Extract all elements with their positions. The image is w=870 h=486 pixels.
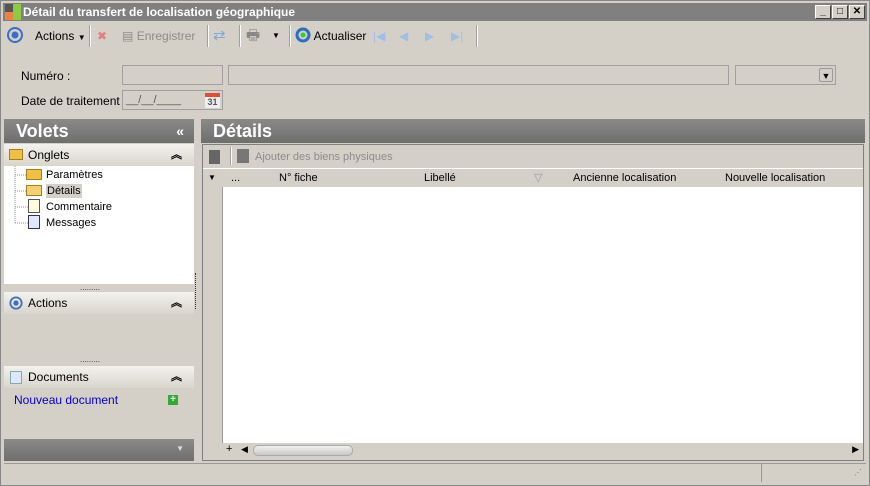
status-divider — [761, 464, 762, 482]
collapse-pane-icon[interactable]: « — [176, 119, 184, 143]
collapse-chevron-icon[interactable]: ︽ — [171, 144, 182, 166]
actions-label: Actions — [35, 29, 75, 43]
add-row-icon[interactable]: + — [226, 443, 232, 455]
tree-item-messages[interactable]: Messages — [46, 216, 96, 230]
last-record-icon[interactable]: ▶| — [451, 27, 463, 45]
actions-title: Actions — [28, 296, 68, 310]
toolbar-separator — [476, 25, 478, 47]
scroll-right-icon[interactable]: ▶ — [852, 444, 859, 455]
horizontal-scrollbar[interactable]: + ◀ ▶ — [223, 443, 863, 459]
refresh-button[interactable]: Actualiser — [295, 27, 366, 45]
column-header-nouvelle-localisation[interactable]: Nouvelle localisation — [725, 169, 825, 187]
minimize-button[interactable]: _ — [815, 5, 831, 19]
tree-item-details[interactable]: Détails — [46, 184, 82, 198]
actions-menu-button[interactable]: Actions ▼ — [35, 27, 86, 45]
maximize-button[interactable]: □ — [832, 5, 848, 19]
left-pane-footer: ▼ — [4, 439, 194, 461]
actions-circle-icon — [7, 27, 23, 43]
documents-title: Documents — [28, 370, 89, 384]
scroll-left-icon[interactable]: ◀ — [241, 444, 248, 455]
document-icon — [28, 215, 40, 229]
edit-icon[interactable] — [209, 150, 220, 164]
folder-icon — [26, 169, 42, 180]
new-document-link[interactable]: Nouveau document — [14, 393, 118, 407]
actions-group-header[interactable]: Actions ︽ — [4, 292, 194, 314]
documents-group-header[interactable]: Documents ︽ — [4, 366, 194, 388]
chevron-down-icon: ▼ — [819, 68, 833, 82]
details-grid-container: Ajouter des biens physiques ▼ ... N° fic… — [202, 144, 864, 461]
date-field[interactable]: __/__/____ 31 — [122, 90, 223, 110]
column-header-ancienne-localisation[interactable]: Ancienne localisation — [573, 169, 676, 187]
add-physical-goods-label: Ajouter des biens physiques — [255, 151, 393, 163]
splitter-grip[interactable]: ......... — [80, 283, 100, 292]
previous-record-icon[interactable]: ◀ — [399, 27, 408, 45]
left-pane-title: Volets — [16, 121, 69, 141]
add-physical-goods-button[interactable]: Ajouter des biens physiques — [237, 149, 393, 165]
column-header-numero-fiche[interactable]: N° fiche — [279, 169, 318, 187]
close-button[interactable]: ✕ — [849, 5, 865, 19]
sync-icon[interactable]: ⇄ — [213, 27, 226, 45]
first-record-icon[interactable]: |◀ — [373, 27, 385, 45]
collapse-chevron-icon[interactable]: ︽ — [171, 366, 182, 388]
collapse-chevron-icon[interactable]: ︽ — [171, 292, 182, 314]
print-icon[interactable]: 🖶 — [246, 27, 260, 45]
dropdown-arrow-icon[interactable]: ▼ — [176, 444, 184, 453]
tree-item-parametres[interactable]: Paramètres — [46, 168, 103, 182]
scrollbar-thumb[interactable] — [253, 445, 353, 456]
toolbar-separator — [230, 147, 232, 165]
toolbar-separator — [289, 25, 291, 47]
splitter-grip[interactable]: ......... — [80, 355, 100, 364]
next-record-icon[interactable]: ▶ — [425, 27, 434, 45]
left-pane-header: Volets « — [4, 119, 194, 143]
tree-item-commentaire[interactable]: Commentaire — [46, 200, 112, 214]
onglets-tree: Paramètres Détails Commentaire Messages — [4, 166, 194, 284]
numero-description-field[interactable] — [228, 65, 729, 85]
onglets-title: Onglets — [28, 148, 70, 162]
numero-label: Numéro : — [21, 69, 71, 83]
toolbar-separator — [239, 25, 241, 47]
numero-select[interactable]: ▼ — [735, 65, 836, 85]
filter-icon[interactable]: ▽ — [534, 169, 542, 187]
save-icon: ▤ — [122, 29, 134, 43]
actions-circle-icon — [9, 296, 23, 310]
grid-header: ▼ ... N° fiche Libellé ▽ Ancienne locali… — [203, 169, 863, 187]
status-bar: ⋰ — [4, 463, 866, 482]
add-icon[interactable]: + — [168, 395, 178, 405]
title-bar: Détail du transfert de localisation géog… — [3, 3, 867, 21]
onglets-group-header[interactable]: Onglets ︽ — [4, 144, 194, 166]
grid-toolbar: Ajouter des biens physiques — [203, 145, 863, 169]
right-pane-header: Détails — [201, 119, 865, 143]
date-label: Date de traitement : — [21, 94, 127, 108]
app-logo-icon — [5, 4, 21, 20]
delete-icon[interactable]: ✖ — [97, 27, 107, 45]
toolbar: Actions ▼ ✖ ▤ Enregistrer ⇄ 🖶 ▼ Actualis… — [3, 23, 867, 49]
column-header-more[interactable]: ... — [231, 169, 240, 187]
print-dropdown-icon[interactable]: ▼ — [272, 27, 280, 45]
folder-icon — [9, 149, 23, 160]
toolbar-separator — [207, 25, 209, 47]
save-button[interactable]: ▤ Enregistrer — [122, 27, 195, 45]
new-item-icon — [237, 149, 249, 163]
open-folder-icon — [26, 185, 42, 196]
resize-grip-icon[interactable]: ⋰ — [854, 468, 862, 477]
row-selector-column — [203, 187, 223, 443]
document-icon — [10, 371, 22, 384]
column-chooser-icon[interactable]: ▼ — [208, 169, 216, 187]
right-pane-title: Détails — [213, 121, 273, 141]
grid-body[interactable] — [223, 187, 863, 443]
date-value: __/__/____ — [126, 94, 182, 106]
toolbar-separator — [89, 25, 91, 47]
numero-field[interactable] — [122, 65, 223, 85]
document-icon — [28, 199, 40, 213]
calendar-icon[interactable]: 31 — [205, 93, 220, 108]
refresh-label: Actualiser — [313, 29, 367, 43]
column-header-libelle[interactable]: Libellé — [424, 169, 456, 187]
dropdown-arrow-icon: ▼ — [77, 33, 86, 42]
vertical-splitter[interactable] — [195, 273, 198, 309]
save-label: Enregistrer — [136, 29, 196, 43]
window-title: Détail du transfert de localisation géog… — [23, 5, 296, 19]
refresh-icon — [295, 27, 311, 43]
